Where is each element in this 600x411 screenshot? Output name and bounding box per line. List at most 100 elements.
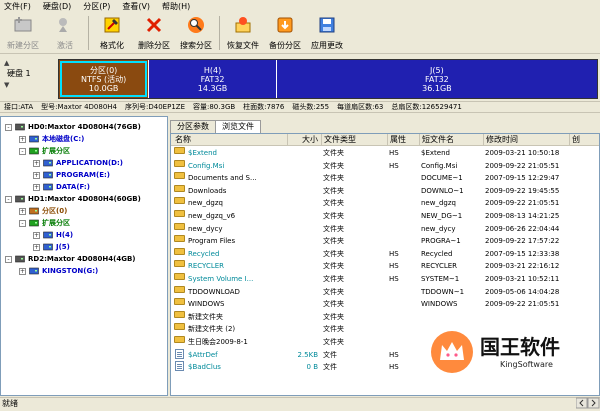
disk-info-bar: 接口:ATA 型号:Maxtor 4D080H4 序列号:D40EP1ZE 容量:80… xyxy=(0,101,600,113)
collapse-icon[interactable]: - xyxy=(19,148,26,155)
file-row[interactable]: System Volume I... 文件夹 HS SYSTEM~1 2009-03-2… xyxy=(171,273,599,285)
folder-icon xyxy=(174,222,185,230)
file-row[interactable]: 新建文件夹 文件夹 xyxy=(171,310,599,323)
partition-line2: NTFS (活动) xyxy=(81,74,127,84)
horizontal-scrollbar[interactable] xyxy=(575,397,600,409)
tree-node[interactable]: + J(5) xyxy=(1,241,167,253)
toolbar-label: 搜索分区 xyxy=(180,41,212,50)
expand-icon[interactable]: + xyxy=(33,232,40,239)
column-header[interactable]: 名称 xyxy=(173,134,287,146)
expand-icon[interactable]: + xyxy=(19,136,26,143)
folder-icon xyxy=(174,298,185,306)
tree-node[interactable]: + DATA(F:) xyxy=(1,181,167,193)
folder-icon xyxy=(174,336,185,343)
tab-partition-params[interactable]: 分区参数 xyxy=(170,120,216,133)
expand-icon[interactable]: + xyxy=(33,184,40,191)
file-icon xyxy=(175,361,184,372)
file-type: 文件夹 xyxy=(323,338,344,346)
search-partition-icon xyxy=(186,15,206,35)
tree-node[interactable]: + KINGSTON(G:) xyxy=(1,265,167,277)
disk-selector[interactable]: ▲ 硬盘 1 ▼ xyxy=(2,57,54,99)
recover-files-button[interactable]: 恢复文件 xyxy=(222,13,264,53)
tree-node[interactable]: + PROGRAM(E:) xyxy=(1,169,167,181)
tab-browse-files[interactable]: 浏览文件 xyxy=(215,120,261,134)
folder-icon xyxy=(174,210,185,217)
toolbar-label: 恢复文件 xyxy=(227,41,259,50)
file-row[interactable]: WINDOWS 文件夹 WINDOWS 2009-09-22 21:05:51 xyxy=(171,298,599,310)
tree-node[interactable]: + 分区(0) xyxy=(1,205,167,217)
file-row[interactable]: Config.Msi 文件夹 HS Config.Msi 2009-09-22 21:0… xyxy=(171,159,599,172)
prev-disk-icon[interactable]: ▲ xyxy=(4,59,9,67)
menu-item-2[interactable]: 分区(P) xyxy=(83,1,110,13)
expand-icon[interactable]: + xyxy=(33,160,40,167)
menu-item-3[interactable]: 查看(V) xyxy=(122,1,150,13)
apply-changes-button[interactable]: 应用更改 xyxy=(306,13,348,53)
file-type: 文件夹 xyxy=(323,262,344,271)
menu-item-1[interactable]: 硬盘(D) xyxy=(43,1,71,13)
file-type: 文件夹 xyxy=(323,237,344,246)
next-disk-icon[interactable]: ▼ xyxy=(4,81,9,89)
file-date: 2007-09-15 12:29:47 xyxy=(485,174,560,183)
partition-block-1[interactable]: H(4) FAT32 14.3GB xyxy=(148,60,276,98)
backup-partition-button[interactable]: 备份分区 xyxy=(264,13,306,53)
drive-icon xyxy=(29,219,39,227)
tree-node[interactable]: - HD0:Maxtor 4D080H4(76GB) xyxy=(1,121,167,133)
format-button[interactable]: 格式化 xyxy=(91,13,133,53)
column-header[interactable]: 属性 xyxy=(387,134,419,146)
expand-icon[interactable]: + xyxy=(19,268,26,275)
disk-info-field: 型号:Maxtor 4D080H4 xyxy=(41,103,118,111)
column-header[interactable]: 大小 xyxy=(287,134,321,146)
expand-icon[interactable]: + xyxy=(33,244,40,251)
menu-item-0[interactable]: 文件(F) xyxy=(4,1,31,13)
tree-node[interactable]: - HD1:Maxtor 4D080H4(60GB) xyxy=(1,193,167,205)
file-icon xyxy=(175,348,184,359)
tree-node[interactable]: - RD2:Maxtor 4D080H4(4GB) xyxy=(1,253,167,265)
expand-icon[interactable]: + xyxy=(33,172,40,179)
collapse-icon[interactable]: - xyxy=(19,220,26,227)
tree-node[interactable]: - 扩展分区 xyxy=(1,145,167,157)
file-row[interactable]: Program Files 文件夹 PROGRA~1 2009-09-22 17:57… xyxy=(171,235,599,247)
menu-item-4[interactable]: 帮助(H) xyxy=(162,1,190,13)
collapse-icon[interactable]: - xyxy=(5,124,12,131)
column-header[interactable]: 文件类型 xyxy=(321,134,387,146)
folder-icon xyxy=(174,310,185,318)
tree-node[interactable]: + H(4) xyxy=(1,229,167,241)
partition-block-2[interactable]: J(5) FAT32 36.1GB xyxy=(275,60,597,98)
file-name: TDDOWNLOAD xyxy=(188,287,240,296)
partition-line3: 14.3GB xyxy=(197,83,228,93)
file-row[interactable]: RECYCLER 文件夹 HS RECYCLER 2009-03-21 22:16:12 xyxy=(171,260,599,272)
file-short: new_dycy xyxy=(421,224,456,233)
column-header[interactable]: 创 xyxy=(569,134,599,146)
folder-icon xyxy=(174,147,185,154)
file-row[interactable]: Downloads 文件夹 DOWNLO~1 2009-09-22 19:45:55 xyxy=(171,184,599,197)
file-row[interactable]: new_dycy 文件夹 new_dycy 2009-06-26 22:04:44 xyxy=(171,222,599,235)
drive-icon xyxy=(29,147,39,155)
column-header[interactable]: 短文件名 xyxy=(419,134,483,146)
tree-node-label: KINGSTON(G:) xyxy=(42,267,99,275)
file-row[interactable]: Recycled 文件夹 HS Recycled 2007-09-15 12:33:38 xyxy=(171,247,599,260)
file-row[interactable]: $Extend 文件夹 HS $Extend 2009-03-21 10:50:18 xyxy=(171,147,599,159)
expand-icon[interactable]: + xyxy=(19,208,26,215)
tree-node-label: 本地磁盘(C:) xyxy=(42,135,85,143)
file-type: 文件夹 xyxy=(323,224,344,233)
search-partition-button[interactable]: 搜索分区 xyxy=(175,13,217,53)
file-row[interactable]: new_dgzq_v6 文件夹 NEW_DG~1 2009-08-13 14:21:2… xyxy=(171,210,599,222)
delete-partition-button[interactable]: 删除分区 xyxy=(133,13,175,53)
file-name: new_dgzq xyxy=(188,199,223,208)
backup-partition-icon xyxy=(275,15,295,35)
disk-info-field: 序列号:D40EP1ZE xyxy=(125,103,185,111)
column-header[interactable]: 修改时间 xyxy=(483,134,569,146)
collapse-icon[interactable]: - xyxy=(5,256,12,263)
disk-tree[interactable]: - HD0:Maxtor 4D080H4(76GB) + 本地磁盘(C:) - 扩展分区 +… xyxy=(0,116,168,396)
file-row[interactable]: TDDOWNLOAD 文件夹 TDDOWN~1 2009-05-06 14:04:28 xyxy=(171,285,599,298)
file-name: Documents and S... xyxy=(188,174,257,183)
file-short: TDDOWN~1 xyxy=(421,287,465,296)
file-row[interactable]: new_dgzq 文件夹 new_dgzq 2009-09-22 21:05:51 xyxy=(171,197,599,209)
file-type: 文件夹 xyxy=(323,161,344,170)
collapse-icon[interactable]: - xyxy=(5,196,12,203)
file-row[interactable]: Documents and S... 文件夹 DOCUME~1 2007-09-15 … xyxy=(171,172,599,184)
tree-node[interactable]: + 本地磁盘(C:) xyxy=(1,133,167,145)
partition-block-0[interactable]: 分区(0) NTFS (活动) 10.0GB xyxy=(59,60,149,98)
tree-node[interactable]: - 扩展分区 xyxy=(1,217,167,229)
tree-node[interactable]: + APPLICATION(D:) xyxy=(1,157,167,169)
